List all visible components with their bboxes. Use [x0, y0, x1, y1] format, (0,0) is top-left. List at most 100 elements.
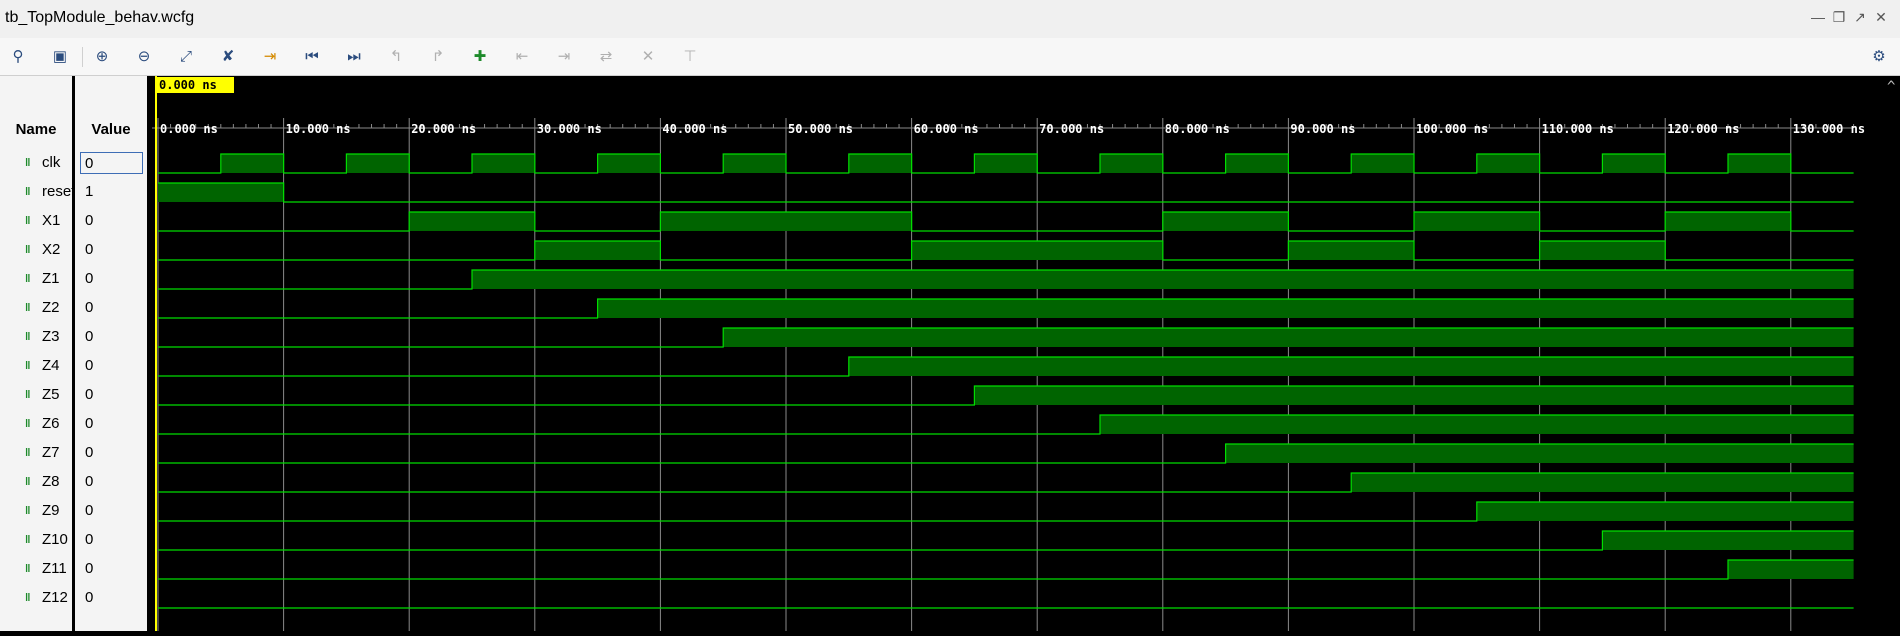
signal-name-z10[interactable]: Z10: [42, 529, 72, 551]
signal-value-x2[interactable]: 0: [85, 239, 140, 261]
zoom-in-icon[interactable]: ⊕: [91, 46, 113, 68]
wave-high-segment: [1162, 212, 1289, 231]
signal-type-icon: ǁ: [25, 331, 31, 343]
scroll-up-icon: ^: [1887, 79, 1895, 95]
prev-transition-icon[interactable]: ↰: [385, 46, 407, 68]
ruler-tick-label: 10.000 ns: [286, 122, 351, 136]
signal-name-x2[interactable]: X2: [42, 239, 72, 261]
signal-name-z11[interactable]: Z11: [42, 558, 72, 580]
wave-high-segment: [848, 154, 912, 173]
value-column-header[interactable]: Value: [75, 119, 147, 141]
zoom-cursor-icon[interactable]: ✘: [217, 46, 239, 68]
magnifier-icon[interactable]: ⚲: [7, 46, 29, 68]
signal-name-z6[interactable]: Z6: [42, 413, 72, 435]
zoom-fit-icon[interactable]: ⤢: [175, 46, 197, 68]
signal-name-z3[interactable]: Z3: [42, 326, 72, 348]
wave-high-segment: [1288, 241, 1414, 260]
close-x-icon[interactable]: ✕: [637, 46, 659, 68]
signal-name-z7[interactable]: Z7: [42, 442, 72, 464]
signal-type-icon: ǁ: [25, 563, 31, 575]
wave-high-segment: [1351, 154, 1414, 173]
wave-high-segment: [848, 357, 1854, 376]
signal-name-z9[interactable]: Z9: [42, 500, 72, 522]
signal-name-z8[interactable]: Z8: [42, 471, 72, 493]
signal-value-x1[interactable]: 0: [85, 210, 140, 232]
signal-value-z2[interactable]: 0: [85, 297, 140, 319]
wave-high-segment: [1665, 212, 1791, 231]
waveform-toolbar: ⚲ ▣ ⊕ ⊖ ⤢ ✘ ⇥ ⏮ ⏭ ↰ ↱ ✚ ⇤ ⇥ ⇄ ✕ ⊤ ⚙: [0, 38, 1900, 76]
ruler-tick-label: 100.000 ns: [1416, 122, 1488, 136]
signal-type-icon: ǁ: [25, 592, 31, 604]
maximize-icon[interactable]: ↗: [1851, 8, 1869, 26]
signal-type-icon: ǁ: [25, 476, 31, 488]
signal-name-clk[interactable]: clk: [42, 152, 72, 174]
wave-high-segment: [597, 154, 661, 173]
next-marker-icon[interactable]: ⇥: [553, 46, 575, 68]
window-titlebar: tb_TopModule_behav.wcfg — ❐ ↗ ✕: [0, 0, 1900, 39]
wave-high-segment: [1602, 531, 1854, 550]
gear-icon[interactable]: ⚙: [1868, 46, 1890, 68]
save-icon[interactable]: ▣: [49, 46, 71, 68]
signal-value-z8[interactable]: 0: [85, 471, 140, 493]
minimize-icon[interactable]: —: [1809, 8, 1827, 26]
signal-type-icon: ǁ: [25, 447, 31, 459]
signal-value-z11[interactable]: 0: [85, 558, 140, 580]
signal-type-icon: ǁ: [25, 186, 31, 198]
cursor-arrow-icon[interactable]: ⇥: [259, 46, 281, 68]
ruler-tick-label: 30.000 ns: [537, 122, 602, 136]
wave-high-segment: [974, 386, 1854, 405]
close-icon[interactable]: ✕: [1872, 8, 1890, 26]
signal-type-icon: ǁ: [25, 505, 31, 517]
ruler-tick-label: 40.000 ns: [662, 122, 727, 136]
wave-high-segment: [1476, 154, 1540, 173]
skip-start-icon[interactable]: ⏮: [301, 46, 323, 68]
restore-icon[interactable]: ❐: [1830, 8, 1848, 26]
prev-marker-icon[interactable]: ⇤: [511, 46, 533, 68]
wave-high-segment: [1539, 241, 1666, 260]
ruler-tick-label: 90.000 ns: [1290, 122, 1355, 136]
signal-name-z1[interactable]: Z1: [42, 268, 72, 290]
wave-high-segment: [1225, 444, 1854, 463]
wave-high-segment: [1351, 473, 1854, 492]
signal-value-clk[interactable]: 0: [80, 152, 143, 174]
signal-value-z1[interactable]: 0: [85, 268, 140, 290]
window-title: tb_TopModule_behav.wcfg: [5, 9, 195, 26]
wave-high-segment: [723, 154, 786, 173]
signal-value-z4[interactable]: 0: [85, 355, 140, 377]
next-transition-icon[interactable]: ↱: [427, 46, 449, 68]
signal-value-z7[interactable]: 0: [85, 442, 140, 464]
signal-type-icon: ǁ: [25, 389, 31, 401]
signal-name-x1[interactable]: X1: [42, 210, 72, 232]
ruler-tick-label: 0.000 ns: [160, 122, 218, 136]
ruler-tick-label: 70.000 ns: [1039, 122, 1104, 136]
signal-type-icon: ǁ: [25, 215, 31, 227]
signal-type-icon: ǁ: [25, 244, 31, 256]
wave-high-segment: [1100, 154, 1163, 173]
zoom-out-icon[interactable]: ⊖: [133, 46, 155, 68]
wave-high-segment: [1602, 154, 1666, 173]
signal-value-z10[interactable]: 0: [85, 529, 140, 551]
name-column-header[interactable]: Name: [0, 119, 72, 141]
wave-high-segment: [1225, 154, 1289, 173]
wave-high-segment: [597, 299, 1854, 318]
signal-name-reset[interactable]: reset: [42, 181, 72, 203]
add-marker-icon[interactable]: ✚: [469, 46, 491, 68]
waveform-viewer[interactable]: 0.000 ns 10.000 ns 20.000 ns 30.000 ns 40.00…: [152, 76, 1900, 631]
signal-value-z9[interactable]: 0: [85, 500, 140, 522]
ruler-icon[interactable]: ⊤: [679, 46, 701, 68]
skip-end-icon[interactable]: ⏭: [343, 46, 365, 68]
signal-value-z3[interactable]: 0: [85, 326, 140, 348]
signal-value-reset[interactable]: 1: [85, 181, 140, 203]
swap-cursors-icon[interactable]: ⇄: [595, 46, 617, 68]
ruler-tick-label: 120.000 ns: [1667, 122, 1739, 136]
signal-value-z6[interactable]: 0: [85, 413, 140, 435]
wave-high-segment: [472, 154, 535, 173]
signal-name-z4[interactable]: Z4: [42, 355, 72, 377]
waveform-canvas[interactable]: 0.000 ns 10.000 ns 20.000 ns 30.000 ns 40.00…: [152, 76, 1900, 631]
signal-name-z2[interactable]: Z2: [42, 297, 72, 319]
signal-value-z5[interactable]: 0: [85, 384, 140, 406]
signal-value-z12[interactable]: 0: [85, 587, 140, 609]
signal-name-z12[interactable]: Z12: [42, 587, 72, 609]
signal-name-z5[interactable]: Z5: [42, 384, 72, 406]
signal-type-icon: ǁ: [25, 157, 31, 169]
